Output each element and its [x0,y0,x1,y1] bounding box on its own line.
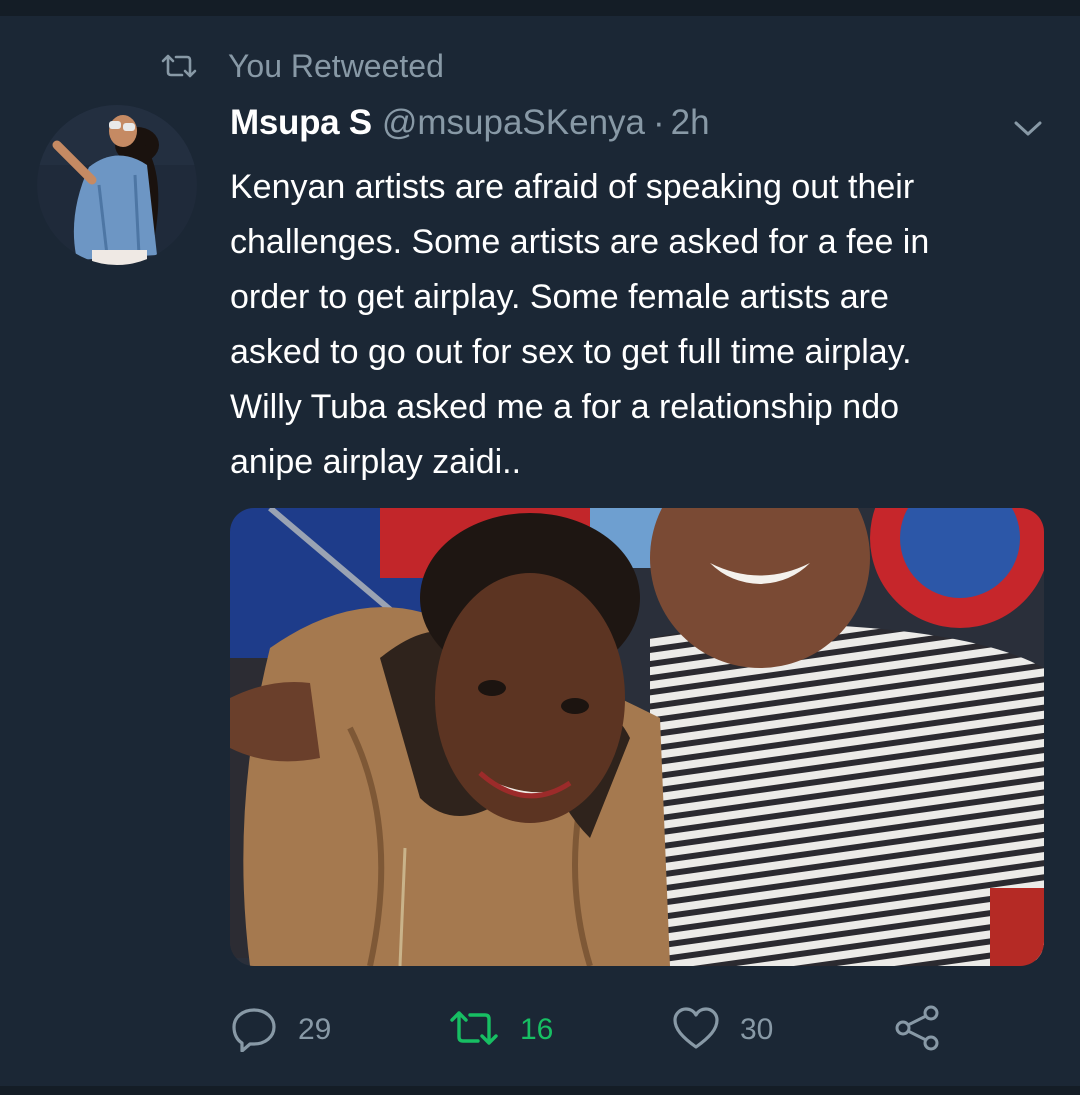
share-icon [892,1003,942,1058]
reply-count: 29 [298,1013,332,1046]
chevron-down-icon[interactable] [1010,114,1046,142]
like-count: 30 [740,1013,774,1046]
tweet-text-line: Kenyan artists are afraid of speaking ou… [230,168,915,206]
tweet-photo[interactable] [230,508,1044,966]
retweet-icon [448,1008,500,1053]
tweet-text-line: anipe airplay zaidi.. [230,443,522,481]
retweet-button[interactable]: 16 [448,1000,553,1060]
tweet-text-line: order to get airplay. Some female artist… [230,278,889,316]
tweet-text-line: asked to go out for sex to get full time… [230,333,912,371]
tweet-text-line: challenges. Some artists are asked for a… [230,223,930,261]
header-separator: · [653,103,665,142]
status-bar-strip [0,0,1080,16]
avatar[interactable] [37,105,197,265]
reply-icon [230,1004,278,1057]
tweet-header: Msupa S @msupaSKenya · 2h [230,98,710,148]
retweet-context-label: You Retweeted [228,47,444,84]
retweet-icon [160,51,200,81]
reply-button[interactable]: 29 [230,1000,331,1060]
tweet-text-line: Willy Tuba asked me a for a relationship… [230,388,900,426]
heart-icon [672,1006,720,1055]
tweet-text: Kenyan artists are afraid of speaking ou… [230,160,1050,490]
share-button[interactable] [892,1000,942,1060]
retweet-count: 16 [520,1013,554,1046]
tweet-actions: 29 16 30 [230,1000,1050,1060]
retweet-context: You Retweeted [160,46,444,86]
like-button[interactable]: 30 [672,1000,773,1060]
display-name[interactable]: Msupa S [230,103,372,143]
user-handle[interactable]: @msupaSKenya [382,103,645,143]
tweet-timestamp[interactable]: 2h [671,103,710,143]
bottom-divider [0,1086,1080,1095]
